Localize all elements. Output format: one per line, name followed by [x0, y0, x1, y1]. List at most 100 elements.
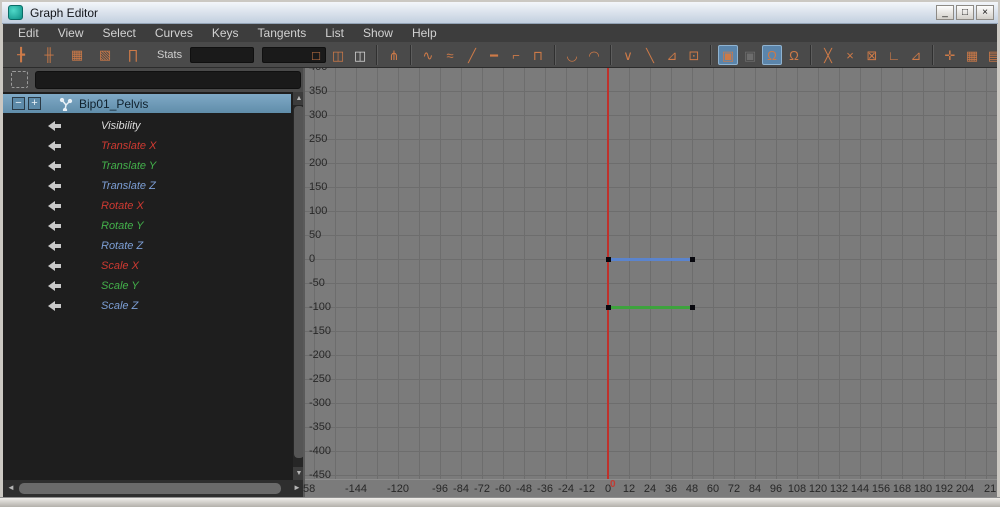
spike-filter-icon[interactable]: ⋔ — [384, 45, 404, 65]
mute-channel-icon[interactable] — [47, 181, 63, 191]
time-snap-on-icon[interactable]: ▣ — [718, 45, 738, 65]
node-icon — [59, 97, 73, 111]
time-axis: 58 21 0 -144-120-96-84-72-60-48-36-24-12… — [305, 479, 997, 497]
mute-channel-icon[interactable] — [47, 141, 63, 151]
keyframe[interactable] — [690, 305, 695, 310]
outliner-horizontal-scrollbar[interactable]: ◄ ► — [3, 480, 305, 497]
linear-tangent-icon[interactable]: ╱ — [462, 45, 482, 65]
channel-row[interactable]: Visibility — [3, 116, 291, 136]
menu-show[interactable]: Show — [356, 26, 400, 40]
flat-tangent-icon[interactable]: ━ — [484, 45, 504, 65]
group-tangent-actions: ╳×⊠∟⊿ — [817, 45, 927, 65]
retime-tool-icon[interactable]: ∏ — [123, 45, 143, 65]
y-axis-tick: 300 — [309, 109, 339, 121]
channel-row[interactable]: Scale Z — [3, 296, 291, 316]
stacked-view-icon[interactable]: ◫ — [328, 45, 348, 65]
channel-row[interactable]: Rotate Y — [3, 216, 291, 236]
mute-channel-icon[interactable] — [47, 121, 63, 131]
move-nearest-picked-key-tool-icon[interactable]: ╊ — [11, 45, 31, 65]
channel-label: Scale Y — [101, 280, 139, 292]
menu-keys[interactable]: Keys — [205, 26, 246, 40]
menu-edit[interactable]: Edit — [11, 26, 46, 40]
menu-view[interactable]: View — [51, 26, 91, 40]
scroll-left-icon[interactable]: ◄ — [5, 482, 17, 494]
break-tangents-icon[interactable]: ╳ — [818, 45, 838, 65]
mute-channel-icon[interactable] — [47, 261, 63, 271]
region-select-keys-tool-icon[interactable]: ▧ — [95, 45, 115, 65]
insert-keys-tool-icon[interactable]: ╫ — [39, 45, 59, 65]
unify-tangents-icon[interactable]: × — [840, 45, 860, 65]
dope-sheet-icon[interactable]: ▤ — [984, 45, 997, 65]
channel-row[interactable]: Translate Z — [3, 176, 291, 196]
curve-graph-area[interactable]: 400350300250200150100500-50-100-150-200-… — [305, 68, 997, 479]
keys-spreadsheet-icon[interactable]: ▦ — [962, 45, 982, 65]
mute-channel-icon[interactable] — [47, 161, 63, 171]
time-snap-off-icon[interactable]: ▣ — [740, 45, 760, 65]
free-tangent-weight-icon[interactable]: ⊿ — [662, 45, 682, 65]
y-axis-tick: -200 — [309, 349, 339, 361]
channel-row[interactable]: Scale X — [3, 256, 291, 276]
buffer-curve-snapshot-icon[interactable]: ◡ — [562, 45, 582, 65]
fix-tangent-icon[interactable]: ⊠ — [862, 45, 882, 65]
toolbar: ╊╫▦▧∏Stats □◫◫⋔∿≈╱━⌐⊓◡◠∨╲⊿⊡▣▣ΩΩ╳×⊠∟⊿✛▦▤ — [3, 42, 997, 68]
outliner-node-row[interactable]: − + Bip01_Pelvis — [3, 94, 291, 113]
y-axis-tick: 250 — [309, 133, 339, 145]
menu-help[interactable]: Help — [405, 26, 444, 40]
absolute-view-icon[interactable]: □ — [306, 45, 326, 65]
channel-row[interactable]: Scale Y — [3, 276, 291, 296]
toolbar-separator — [810, 45, 812, 65]
selected-node-label: Bip01_Pelvis — [79, 97, 148, 111]
expand-all-button[interactable]: + — [28, 97, 41, 110]
title-bar[interactable]: Graph Editor _ □ × — [2, 2, 998, 24]
menu-curves[interactable]: Curves — [148, 26, 200, 40]
menu-tangents[interactable]: Tangents — [251, 26, 314, 40]
keyframe[interactable] — [606, 305, 611, 310]
spline-tangent-icon[interactable]: ∿ — [418, 45, 438, 65]
channel-label: Rotate Y — [101, 220, 144, 232]
lattice-deform-keys-tool-icon[interactable]: ▦ — [67, 45, 87, 65]
stat-time-field[interactable] — [190, 47, 254, 63]
plateau-tangent-icon[interactable]: ⊓ — [528, 45, 548, 65]
step-tangent-icon[interactable]: ⌐ — [506, 45, 526, 65]
window-border — [0, 24, 3, 497]
y-axis-tick: -100 — [309, 301, 339, 313]
clamped-tangent-icon[interactable]: ≈ — [440, 45, 460, 65]
frame-selection-icon[interactable] — [11, 71, 28, 88]
x-axis-tick: -144 — [341, 483, 371, 495]
keyframe[interactable] — [606, 257, 611, 262]
collapse-all-button[interactable]: − — [12, 97, 25, 110]
swap-buffer-curve-icon[interactable]: ◠ — [584, 45, 604, 65]
scrollbar-thumb[interactable] — [19, 483, 281, 494]
value-snap-off-icon[interactable]: Ω — [784, 45, 804, 65]
current-time-playhead[interactable] — [607, 68, 609, 479]
channel-row[interactable]: Rotate Z — [3, 236, 291, 256]
menu-list[interactable]: List — [318, 26, 351, 40]
close-button[interactable]: × — [976, 5, 994, 20]
move-key-tool-icon[interactable]: ✛ — [940, 45, 960, 65]
curve-translate-y[interactable] — [608, 306, 692, 309]
x-axis-tick: -120 — [383, 483, 413, 495]
scroll-right-icon[interactable]: ► — [291, 482, 303, 494]
mute-channel-icon[interactable] — [47, 241, 63, 251]
break-tangent-icon[interactable]: ∨ — [618, 45, 638, 65]
channel-outliner[interactable]: − + Bip01_Pelvis VisibilityTranslate XTr… — [3, 92, 305, 480]
mute-channel-icon[interactable] — [47, 281, 63, 291]
spline-handle-icon[interactable]: ╲ — [640, 45, 660, 65]
mute-channel-icon[interactable] — [47, 221, 63, 231]
channel-row[interactable]: Translate Y — [3, 156, 291, 176]
curve-translate-z[interactable] — [608, 258, 692, 261]
mute-channel-icon[interactable] — [47, 201, 63, 211]
maximize-button[interactable]: □ — [956, 5, 974, 20]
minimize-button[interactable]: _ — [936, 5, 954, 20]
name-filter-field[interactable] — [35, 71, 301, 89]
keyframe[interactable] — [690, 257, 695, 262]
out-tangent-angle-icon[interactable]: ⊿ — [906, 45, 926, 65]
lock-tangent-weight-icon[interactable]: ⊡ — [684, 45, 704, 65]
channel-row[interactable]: Rotate X — [3, 196, 291, 216]
channel-row[interactable]: Translate X — [3, 136, 291, 156]
value-snap-on-icon[interactable]: Ω — [762, 45, 782, 65]
normalized-view-icon[interactable]: ◫ — [350, 45, 370, 65]
menu-select[interactable]: Select — [95, 26, 142, 40]
mute-channel-icon[interactable] — [47, 301, 63, 311]
in-tangent-angle-icon[interactable]: ∟ — [884, 45, 904, 65]
